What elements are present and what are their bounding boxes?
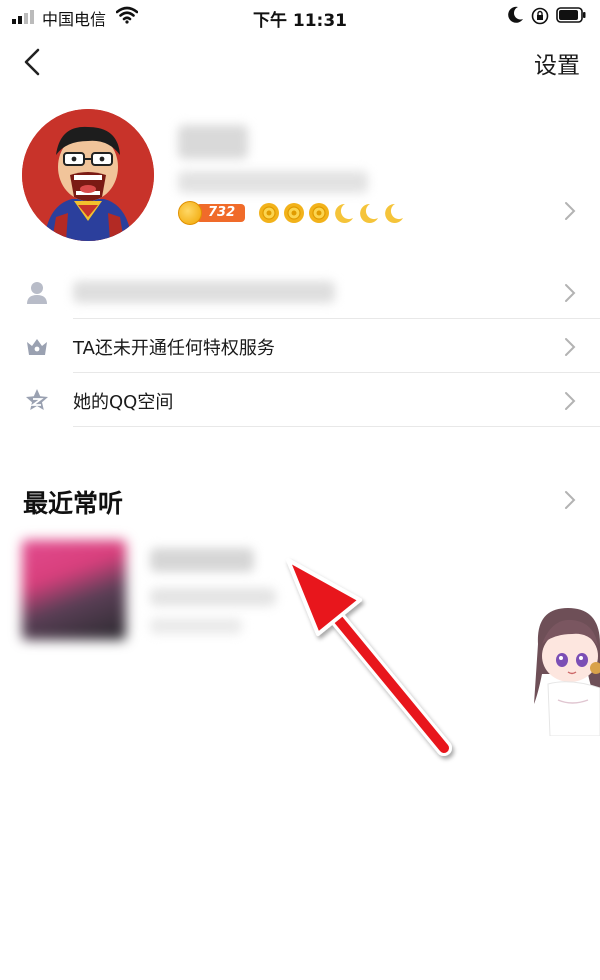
level-icons — [258, 202, 405, 224]
profile-header[interactable]: 732 — [0, 105, 600, 245]
qzone-label: 她的QQ空间 — [73, 392, 174, 413]
chevron-right-icon — [565, 392, 576, 410]
rotation-lock-icon — [531, 7, 549, 25]
nickname-blurred — [178, 125, 248, 159]
chevron-right-icon[interactable] — [564, 490, 576, 510]
anime-mascot-image — [534, 608, 600, 736]
level-badge[interactable]: 732 — [178, 201, 246, 225]
account-info-blurred — [178, 171, 368, 193]
red-annotation-arrow — [286, 558, 452, 756]
superman-cartoon-avatar-image — [22, 109, 154, 241]
crown-icon — [27, 339, 47, 355]
back-button[interactable] — [18, 44, 48, 80]
battery-icon — [556, 7, 586, 23]
chevron-left-icon — [24, 48, 40, 76]
moon-icon — [360, 203, 378, 223]
sun-icon — [284, 203, 304, 223]
nav-bar: 设置 — [0, 36, 600, 88]
sun-icon — [259, 203, 279, 223]
row-qzone[interactable]: 她的QQ空间 — [0, 373, 600, 427]
song-artist-blurred — [150, 588, 276, 606]
row-privileges[interactable]: TA还未开通任何特权服务 — [0, 319, 600, 373]
recent-section-title: 最近常听 — [23, 489, 124, 518]
song-meta-blurred — [150, 618, 242, 634]
coin-icon — [178, 201, 202, 225]
do-not-disturb-icon — [508, 6, 523, 23]
chevron-right-icon — [565, 202, 576, 220]
row-personal-info[interactable] — [0, 265, 600, 319]
settings-button[interactable]: 设置 — [534, 46, 580, 80]
personal-info-blurred — [73, 281, 335, 303]
song-title-blurred[interactable] — [150, 548, 254, 572]
moon-icon — [385, 203, 403, 223]
qzone-star-icon — [26, 389, 48, 410]
level-value: 732 — [196, 204, 246, 222]
chevron-right-icon — [565, 338, 576, 356]
sun-icon — [309, 203, 329, 223]
avatar[interactable] — [22, 109, 154, 241]
moon-icon — [335, 203, 353, 223]
divider — [73, 426, 600, 427]
song-cover-blurred[interactable] — [22, 540, 126, 640]
status-bar: 中国电信 下午 11:31 — [0, 0, 600, 32]
person-icon — [27, 282, 47, 304]
chevron-right-icon — [565, 284, 576, 302]
info-list: TA还未开通任何特权服务 她的QQ空间 — [0, 265, 600, 427]
privileges-label: TA还未开通任何特权服务 — [73, 338, 275, 359]
